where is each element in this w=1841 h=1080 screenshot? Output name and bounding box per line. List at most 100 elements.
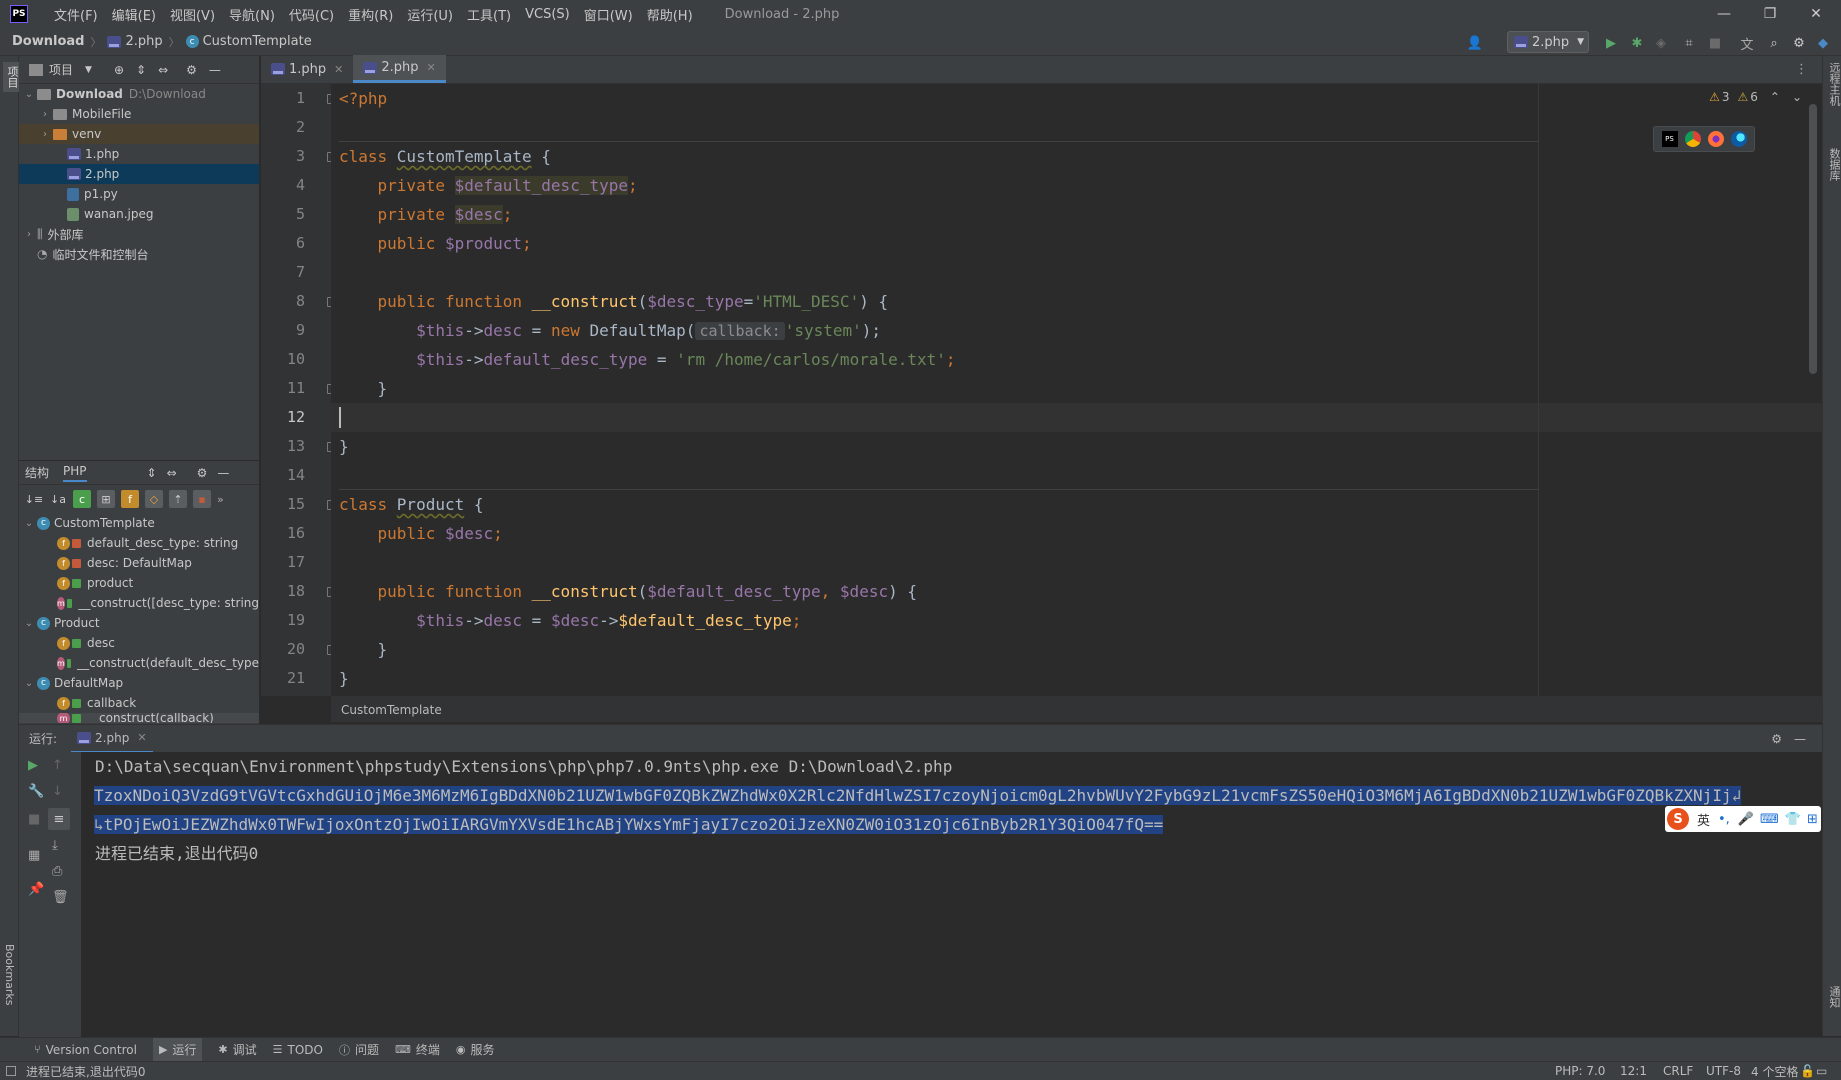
attach-icon[interactable]: ⌗ — [1679, 33, 1699, 53]
tab-debug[interactable]: ✱ 调试 — [218, 1041, 256, 1058]
debug-icon[interactable]: ✱ — [1627, 33, 1647, 53]
scroll-to-end-icon[interactable]: ⤓ — [52, 838, 58, 853]
tab-2php[interactable]: 2.php ✕ — [353, 55, 446, 83]
struct-member[interactable]: f desc: DefaultMap — [19, 553, 259, 573]
chevron-down-icon[interactable]: ⌄ — [1792, 90, 1802, 104]
run-icon[interactable]: ▶ — [1601, 33, 1621, 53]
tab-problems[interactable]: ⓘ 问题 — [339, 1041, 379, 1058]
sort-by-type-icon[interactable]: ↓≡ — [25, 490, 43, 508]
show-inherited-icon[interactable]: c — [73, 490, 91, 508]
hide-icon[interactable]: — — [209, 63, 221, 77]
struct-class-product[interactable]: ⌄ c Product — [19, 613, 259, 633]
close-icon[interactable]: ✕ — [1793, 0, 1839, 28]
show-includes-icon[interactable]: ⇡ — [169, 490, 187, 508]
show-properties-icon[interactable]: f — [121, 490, 139, 508]
sort-alpha-icon[interactable]: ↓a — [49, 490, 67, 508]
tab-php[interactable]: PHP — [63, 464, 87, 482]
scroll-down-icon[interactable]: ↓ — [52, 784, 63, 799]
chevron-up-icon[interactable]: ⌃ — [1770, 90, 1780, 104]
expand-all-icon[interactable]: ⇕ — [147, 466, 157, 480]
expand-all-icon[interactable]: ⇕ — [136, 63, 146, 77]
php-version[interactable]: PHP: 7.0 — [1555, 1064, 1605, 1078]
tree-root-download[interactable]: ⌄ Download D:\Download — [19, 84, 259, 104]
breadcrumb-class[interactable]: CustomTemplate — [341, 703, 442, 717]
code-editor[interactable]: <?php class CustomTemplate { private $de… — [331, 84, 1822, 696]
edge-icon[interactable] — [1730, 131, 1747, 147]
caret-position[interactable]: 12:1 — [1620, 1064, 1647, 1078]
tree-item-external-libs[interactable]: › ⫼ 外部库 — [19, 224, 259, 244]
menu-window[interactable]: 窗口(W) — [584, 5, 633, 24]
search-icon[interactable]: ⌕ — [1764, 33, 1784, 53]
keyboard-icon[interactable]: ⌨ — [1760, 812, 1779, 827]
project-panel-title[interactable]: 项目 — [49, 61, 73, 78]
punctuation-icon[interactable]: •, — [1718, 812, 1730, 827]
run-config-select[interactable]: 2.php ▼ — [1507, 31, 1589, 53]
more-vertical-icon[interactable]: ⋮ — [1795, 62, 1808, 77]
stop-icon[interactable]: ■ — [1705, 33, 1725, 53]
tab-version-control[interactable]: ⑂ Version Control — [34, 1043, 137, 1057]
toggle-tool-windows-icon[interactable] — [6, 1066, 16, 1076]
stop-icon[interactable]: ■ — [28, 812, 40, 827]
struct-member[interactable]: m __construct(callback) — [19, 713, 259, 723]
pin-icon[interactable]: 📌 — [28, 882, 44, 897]
soft-wrap-icon[interactable]: ≡ — [48, 808, 70, 830]
scrollbar-thumb[interactable] — [1809, 104, 1817, 374]
show-non-public-icon[interactable]: ▪ — [193, 490, 211, 508]
close-icon[interactable]: ✕ — [427, 61, 436, 74]
struct-class-customtemplate[interactable]: ⌄ c CustomTemplate — [19, 513, 259, 533]
restore-icon[interactable]: ❐ — [1747, 0, 1793, 28]
menu-navigate[interactable]: 导航(N) — [229, 5, 275, 24]
tree-item-mobilefile[interactable]: › MobileFile — [19, 104, 259, 124]
menu-refactor[interactable]: 重构(R) — [348, 5, 393, 24]
hide-icon[interactable]: — — [1794, 732, 1806, 746]
gear-icon[interactable]: ⚙ — [1771, 732, 1782, 746]
struct-member[interactable]: f callback — [19, 693, 259, 713]
chevron-down-icon[interactable]: ▼ — [85, 65, 92, 75]
menu-tools[interactable]: 工具(T) — [467, 5, 511, 24]
rerun-icon[interactable]: ▶ — [28, 758, 38, 773]
console-output[interactable]: D:\Data\secquan\Environment\phpstudy\Ext… — [81, 752, 1822, 1037]
notifications-tool-tab[interactable]: 通知 — [1826, 986, 1841, 1008]
menu-vcs[interactable]: VCS(S) — [525, 7, 570, 22]
hide-icon[interactable]: — — [217, 466, 229, 480]
breadcrumb-project[interactable]: Download — [12, 34, 84, 49]
bookmarks-tool-tab[interactable]: Bookmarks — [3, 944, 16, 1005]
file-encoding[interactable]: UTF-8 — [1706, 1064, 1741, 1078]
struct-member[interactable]: m __construct(default_desc_type — [19, 653, 259, 673]
menu-run[interactable]: 运行(U) — [407, 5, 453, 24]
more-icon[interactable]: » — [217, 493, 224, 506]
show-constants-icon[interactable]: ◇ — [145, 490, 163, 508]
tree-item-venv[interactable]: › venv — [19, 124, 259, 144]
breadcrumb-file[interactable]: 2.php — [107, 34, 163, 49]
scroll-up-icon[interactable]: ↑ — [52, 758, 63, 773]
menu-help[interactable]: 帮助(H) — [647, 5, 693, 24]
skin-icon[interactable]: 👕 — [1785, 812, 1801, 827]
tab-structure[interactable]: 结构 — [25, 464, 49, 481]
collapse-all-icon[interactable]: ⇔ — [167, 466, 177, 480]
inspection-widget[interactable]: ⚠ 3 ⚠ 6 ⌃ ⌄ — [1709, 90, 1802, 104]
locate-icon[interactable]: ⊕ — [114, 63, 124, 77]
struct-member[interactable]: f default_desc_type: string — [19, 533, 259, 553]
phpstorm-browser-icon[interactable]: PS — [1661, 131, 1678, 147]
menu-code[interactable]: 代码(C) — [289, 5, 334, 24]
translate-icon[interactable]: 文 — [1737, 33, 1757, 53]
sogou-logo-icon[interactable]: S — [1667, 808, 1689, 830]
collapse-all-icon[interactable]: ⇔ — [158, 63, 168, 77]
struct-member[interactable]: m __construct([desc_type: string — [19, 593, 259, 613]
minimize-icon[interactable]: — — [1701, 0, 1747, 28]
user-icon[interactable]: 👤 — [1462, 33, 1488, 53]
tab-todo[interactable]: ☰ TODO — [273, 1043, 323, 1057]
menu-file[interactable]: 文件(F) — [54, 5, 98, 24]
tree-item-2php[interactable]: 2.php — [19, 164, 259, 184]
coverage-icon[interactable]: ◈ — [1651, 33, 1671, 53]
close-icon[interactable]: ✕ — [137, 731, 146, 744]
tree-item-wananjpeg[interactable]: wanan.jpeg — [19, 204, 259, 224]
indent-setting[interactable]: 4 个空格 — [1751, 1063, 1798, 1080]
breadcrumb-class[interactable]: c CustomTemplate — [185, 34, 312, 49]
gear-icon[interactable]: ⚙ — [1789, 33, 1809, 53]
show-fields-icon[interactable]: ⊞ — [97, 490, 115, 508]
trash-icon[interactable]: 🗑 — [52, 890, 69, 905]
wrench-icon[interactable]: 🔧 — [28, 784, 44, 799]
struct-member[interactable]: f desc — [19, 633, 259, 653]
layout-icon[interactable]: ▦ — [28, 848, 40, 863]
